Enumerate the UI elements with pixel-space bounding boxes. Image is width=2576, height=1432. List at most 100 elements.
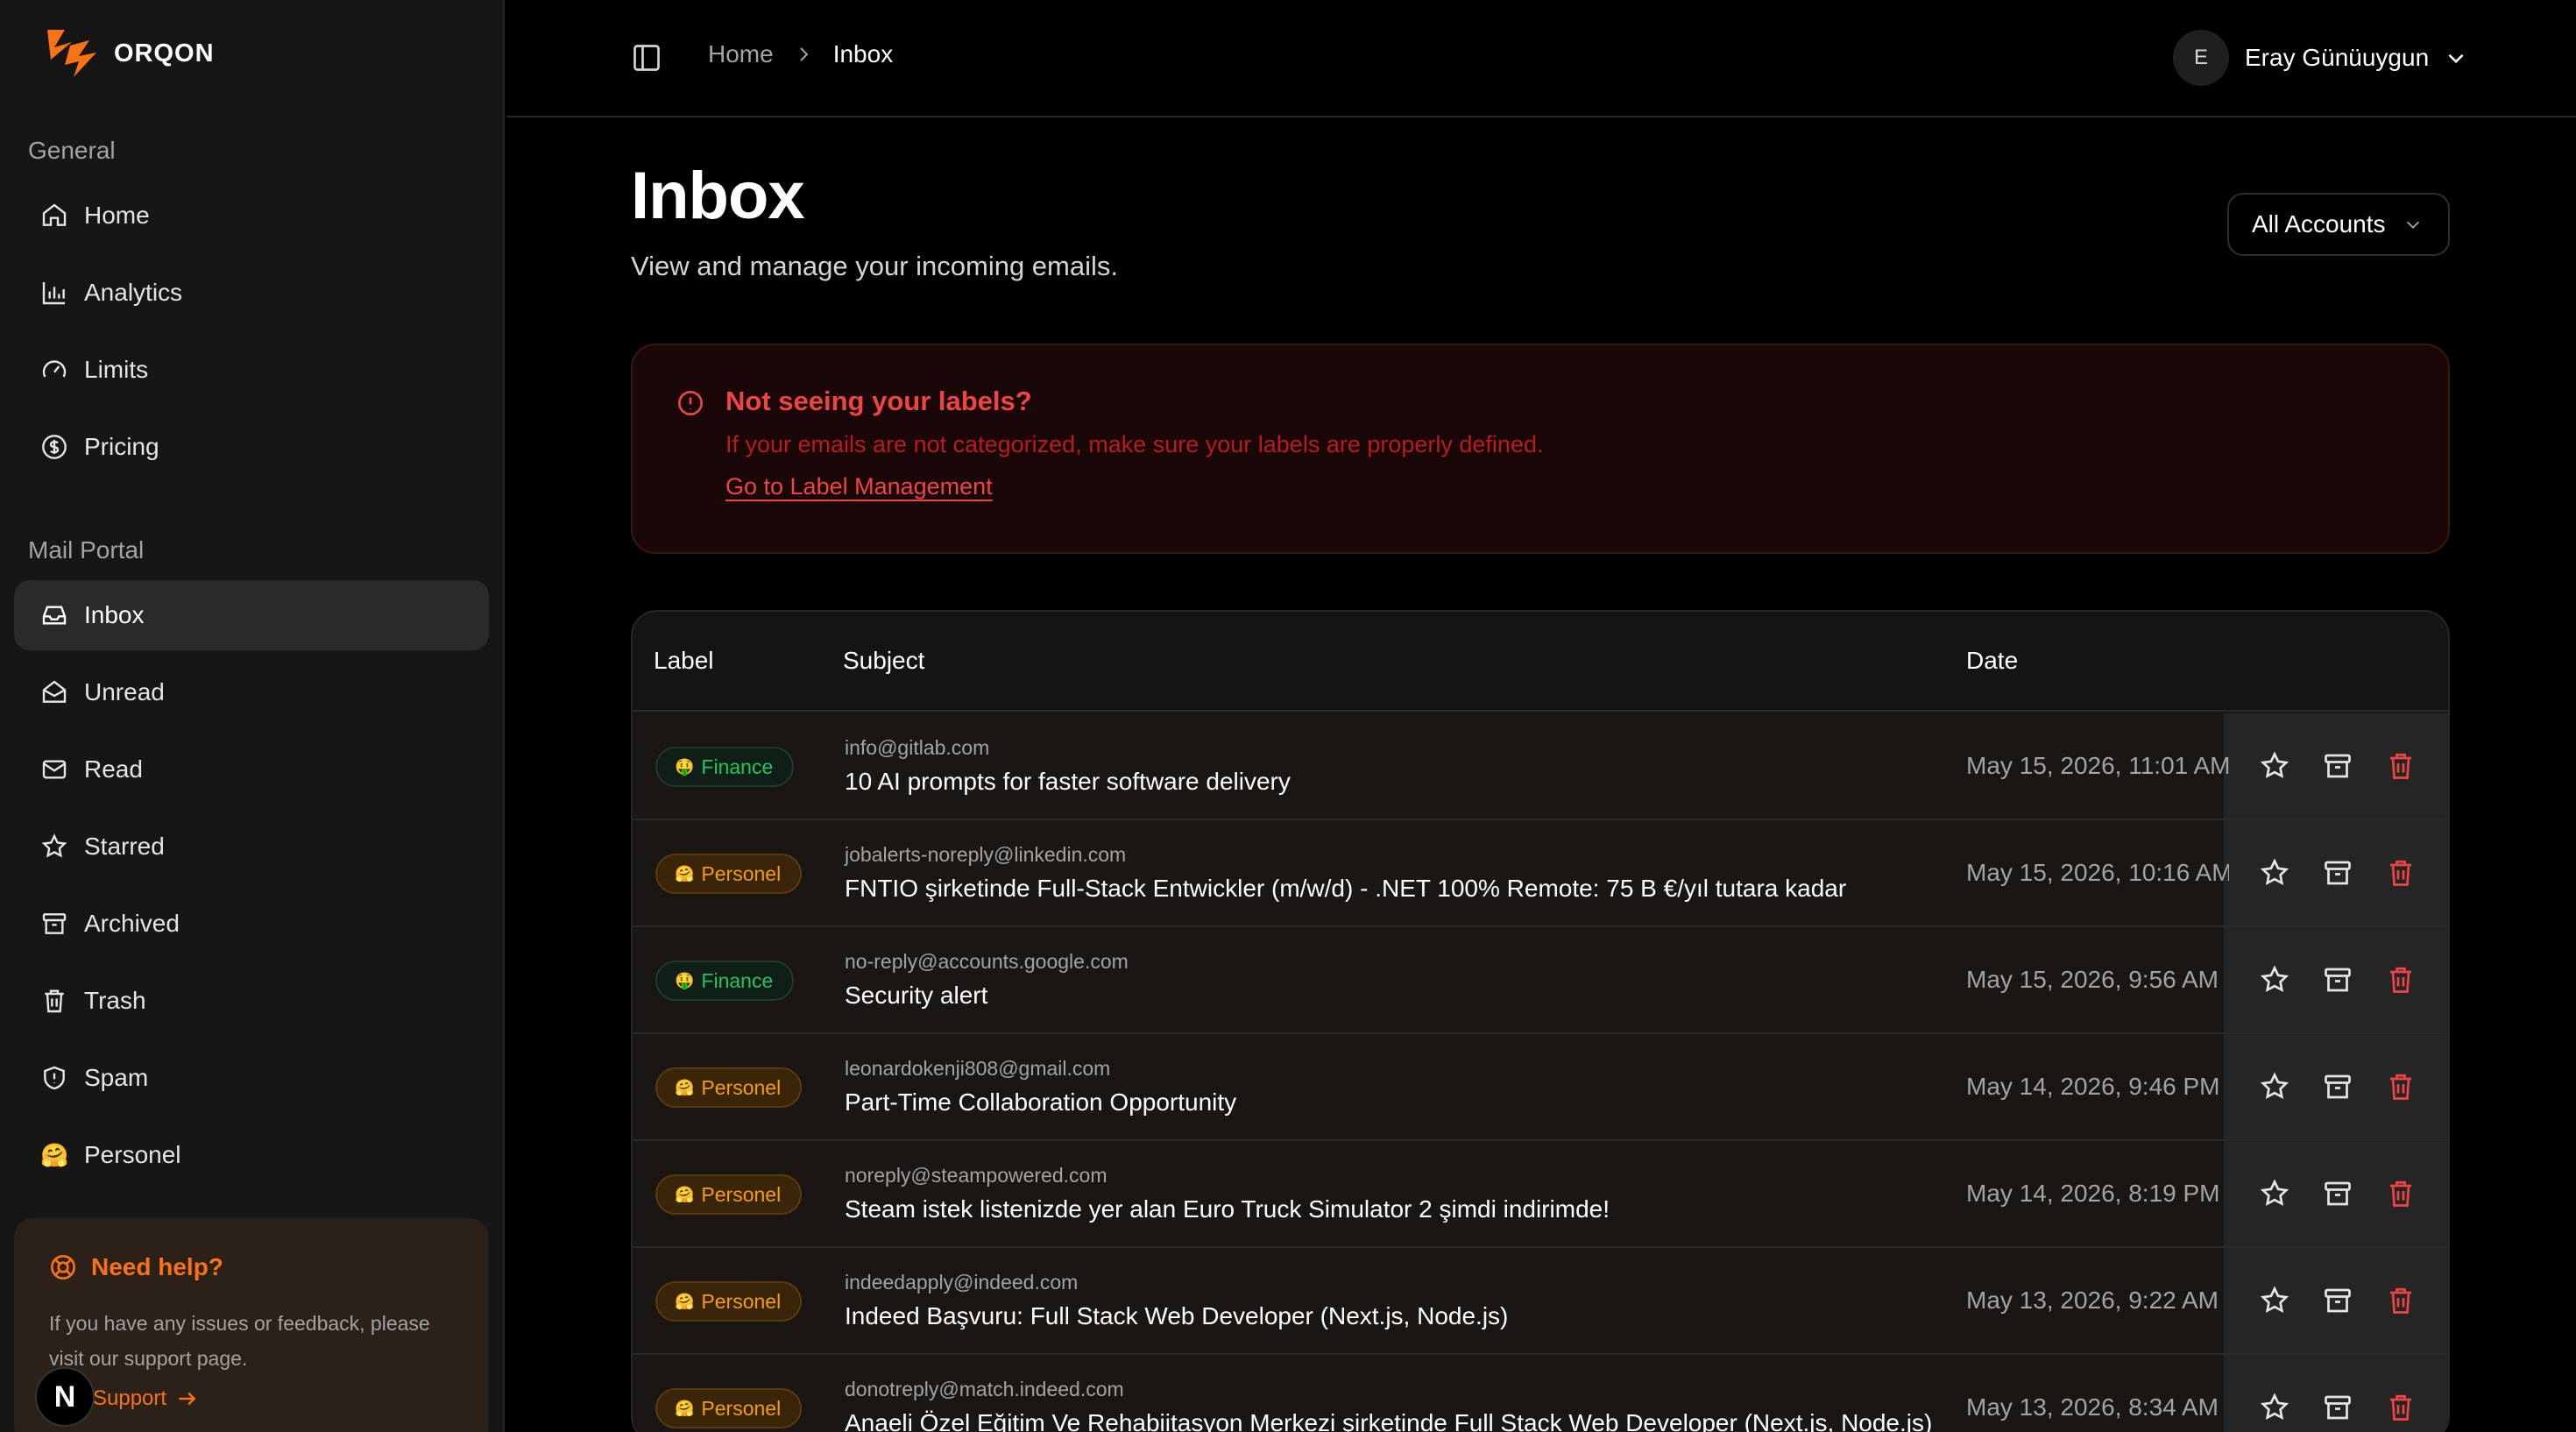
email-subject[interactable]: FNTIO şirketinde Full-Stack Entwickler (… <box>845 875 1846 903</box>
column-header-subject: Subject <box>843 647 925 674</box>
trash-icon[interactable] <box>2385 1392 2417 1423</box>
email-date: May 15, 2026, 11:01 AM <box>1966 752 2229 779</box>
email-subject[interactable]: Indeed Başvuru: Full Stack Web Developer… <box>845 1302 1508 1330</box>
help-title-text: Need help? <box>91 1253 223 1280</box>
mail-open-icon <box>42 680 67 703</box>
archive-icon[interactable] <box>2322 1392 2353 1423</box>
table-row[interactable]: 🤗 Personel noreply@steampowered.com Steam i… <box>633 1141 2448 1248</box>
email-sender: info@gitlab.com <box>845 736 990 759</box>
account-filter-select[interactable]: All Accounts <box>2227 193 2450 256</box>
chevron-right-icon <box>799 47 809 61</box>
trash-icon[interactable] <box>2385 1178 2417 1209</box>
label-badge-text: Personel <box>701 1182 782 1206</box>
email-subject[interactable]: Part-Time Collaboration Opportunity <box>845 1088 1236 1117</box>
trash-icon[interactable] <box>2385 1285 2417 1316</box>
table-row[interactable]: 🤗 Personel indeedapply@indeed.com Indeed Ba… <box>633 1248 2448 1355</box>
label-badge-text: Personel <box>701 1396 782 1420</box>
star-icon <box>41 833 67 858</box>
sidebar-item-spam[interactable]: Spam <box>14 1043 489 1113</box>
star-icon[interactable] <box>2259 964 2290 996</box>
sidebar-item-label: Inbox <box>84 601 145 628</box>
archive-icon[interactable] <box>2322 857 2353 889</box>
email-subject[interactable]: 10 AI prompts for faster software delive… <box>845 768 1291 796</box>
label-emoji-icon: 🤗 <box>675 1399 695 1417</box>
star-icon[interactable] <box>2259 1071 2290 1102</box>
sidebar-item-archived[interactable]: Archived <box>14 889 489 959</box>
sidebar: ORQON General Home Analytics Limits Pric… <box>0 0 505 1432</box>
nextjs-dev-badge[interactable]: N <box>35 1367 95 1427</box>
label-badge-text: Finance <box>701 755 774 778</box>
label-badge-text: Personel <box>701 861 782 885</box>
support-link[interactable]: Support <box>93 1386 198 1411</box>
archive-icon[interactable] <box>2322 1285 2353 1316</box>
email-subject[interactable]: Security alert <box>845 982 987 1010</box>
email-subject[interactable]: Steam istek listenizde yer alan Euro Tru… <box>845 1195 1610 1223</box>
star-icon[interactable] <box>2259 1285 2290 1316</box>
sidebar-item-pricing[interactable]: Pricing <box>14 412 489 482</box>
sidebar-item-label: Spam <box>84 1064 149 1091</box>
archive-icon[interactable] <box>2322 1071 2353 1102</box>
shield-icon <box>44 1066 65 1090</box>
labels-alert: Not seeing your labels? If your emails a… <box>631 344 2450 554</box>
sidebar-item-home[interactable]: Home <box>14 181 489 251</box>
sidebar-item-analytics[interactable]: Analytics <box>14 258 489 328</box>
sidebar-item-personel[interactable]: 🤗 Personel <box>14 1120 489 1190</box>
email-sender: jobalerts-noreply@linkedin.com <box>845 843 1127 866</box>
sidebar-item-read[interactable]: Read <box>14 734 489 805</box>
star-icon[interactable] <box>2259 750 2290 782</box>
label-badge: 🤑 Finance <box>655 747 795 787</box>
account-filter-value: All Accounts <box>2252 210 2386 237</box>
brand-logo[interactable]: ORQON <box>39 25 215 82</box>
email-sender: indeedapply@indeed.com <box>845 1271 1079 1294</box>
sidebar-item-label: Analytics <box>84 279 183 306</box>
sidebar-item-trash[interactable]: Trash <box>14 966 489 1036</box>
sidebar-item-starred[interactable]: Starred <box>14 812 489 882</box>
sidebar-item-label: Trash <box>84 987 146 1014</box>
star-icon[interactable] <box>2259 1178 2290 1209</box>
label-management-link[interactable]: Go to Label Management <box>725 473 993 500</box>
avatar: E <box>2173 30 2229 86</box>
brand-name: ORQON <box>114 39 215 67</box>
table-row[interactable]: 🤗 Personel leonardokenji808@gmail.com Part-… <box>633 1034 2448 1141</box>
table-row[interactable]: 🤗 Personel jobalerts-noreply@linkedin.com F… <box>633 820 2448 927</box>
email-subject[interactable]: Anaeli Özel Eğitim Ve Rehabiitasyon Merk… <box>845 1409 1932 1432</box>
help-title: Need help? <box>49 1253 223 1281</box>
alert-text: If your emails are not categorized, make… <box>725 431 1544 457</box>
email-date: May 15, 2026, 9:56 AM <box>1966 966 2219 993</box>
archive-icon[interactable] <box>2322 1178 2353 1209</box>
trash-icon[interactable] <box>2385 964 2417 996</box>
label-badge: 🤗 Personel <box>655 1174 803 1215</box>
breadcrumb: Home Inbox <box>708 40 893 68</box>
table-row[interactable]: 🤗 Personel donotreply@match.indeed.com Anae… <box>633 1355 2448 1432</box>
table-row[interactable]: 🤑 Finance info@gitlab.com 10 AI prompts for… <box>633 713 2448 820</box>
archive-icon[interactable] <box>2322 964 2353 996</box>
sidebar-item-label: Personel <box>84 1141 181 1168</box>
home-icon <box>42 203 67 226</box>
inbox-icon <box>42 606 67 625</box>
section-title-mail-portal: Mail Portal <box>28 536 145 564</box>
sidebar-item-unread[interactable]: Unread <box>14 657 489 727</box>
star-icon[interactable] <box>2259 857 2290 889</box>
table-header: Label Subject Date <box>633 612 2448 712</box>
breadcrumb-home[interactable]: Home <box>708 40 774 68</box>
trash-icon[interactable] <box>2385 1071 2417 1102</box>
table-row[interactable]: 🤑 Finance no-reply@accounts.google.com Secu… <box>633 927 2448 1034</box>
trash-icon[interactable] <box>2385 750 2417 782</box>
sidebar-item-label: Starred <box>84 833 165 860</box>
trash-icon[interactable] <box>2385 857 2417 889</box>
label-badge: 🤗 Personel <box>655 854 803 894</box>
archive-icon <box>42 913 67 934</box>
label-badge-text: Personel <box>701 1289 782 1313</box>
sidebar-item-inbox[interactable]: Inbox <box>14 580 489 650</box>
alert-title: Not seeing your labels? <box>725 386 1032 416</box>
sidebar-item-limits[interactable]: Limits <box>14 335 489 405</box>
email-date: May 14, 2026, 8:19 PM <box>1966 1180 2220 1207</box>
archive-icon[interactable] <box>2322 750 2353 782</box>
label-badge: 🤗 Personel <box>655 1067 803 1108</box>
sidebar-item-label: Pricing <box>84 433 159 460</box>
gauge-icon <box>42 360 67 378</box>
help-text: If you have any issues or feedback, plea… <box>49 1312 430 1370</box>
sidebar-toggle-icon[interactable] <box>631 42 662 74</box>
user-menu[interactable]: E Eray Günüuygun <box>2173 30 2467 86</box>
star-icon[interactable] <box>2259 1392 2290 1423</box>
